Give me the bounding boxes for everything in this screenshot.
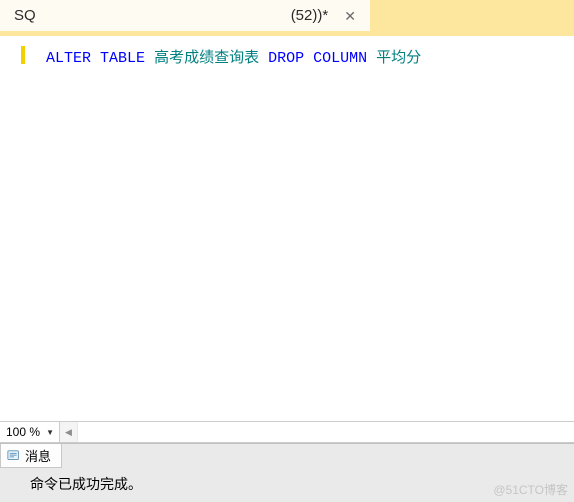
sql-keyword: TABLE bbox=[100, 50, 145, 67]
result-message: 命令已成功完成。 bbox=[30, 476, 142, 492]
zoom-select[interactable]: 100 % ▼ bbox=[0, 422, 60, 442]
message-icon bbox=[7, 449, 21, 463]
sql-identifier: 平均分 bbox=[376, 50, 421, 67]
close-icon[interactable]: ✕ bbox=[340, 7, 360, 25]
scroll-left-button[interactable]: ◀ bbox=[60, 422, 78, 442]
tab-bar: SQxxxxxxxxxxxxxxxxxxxxxxxxxxxxxxxxxx(52)… bbox=[0, 0, 574, 36]
sql-keyword: DROP bbox=[268, 50, 304, 67]
editor-gutter bbox=[0, 36, 30, 421]
messages-tab-label: 消息 bbox=[25, 446, 51, 465]
code-editor[interactable]: ALTER TABLE 高考成绩查询表 DROP COLUMN 平均分 bbox=[0, 36, 574, 421]
editor-tab[interactable]: SQxxxxxxxxxxxxxxxxxxxxxxxxxxxxxxxxxx(52)… bbox=[0, 0, 370, 31]
zoom-bar: 100 % ▼ ◀ bbox=[0, 421, 574, 443]
zoom-value: 100 % bbox=[6, 425, 43, 439]
sql-identifier: 高考成绩查询表 bbox=[154, 50, 259, 67]
sql-keyword: ALTER bbox=[46, 50, 91, 67]
change-marker bbox=[21, 46, 25, 64]
watermark: https://blog.csdn.net/@51CTO博客 bbox=[383, 481, 568, 498]
sql-keyword: COLUMN bbox=[313, 50, 367, 67]
tab-title: SQxxxxxxxxxxxxxxxxxxxxxxxxxxxxxxxxxx(52)… bbox=[14, 7, 340, 24]
code-content[interactable]: ALTER TABLE 高考成绩查询表 DROP COLUMN 平均分 bbox=[30, 36, 574, 421]
chevron-down-icon[interactable]: ▼ bbox=[43, 428, 57, 437]
messages-tab[interactable]: 消息 bbox=[0, 444, 62, 468]
